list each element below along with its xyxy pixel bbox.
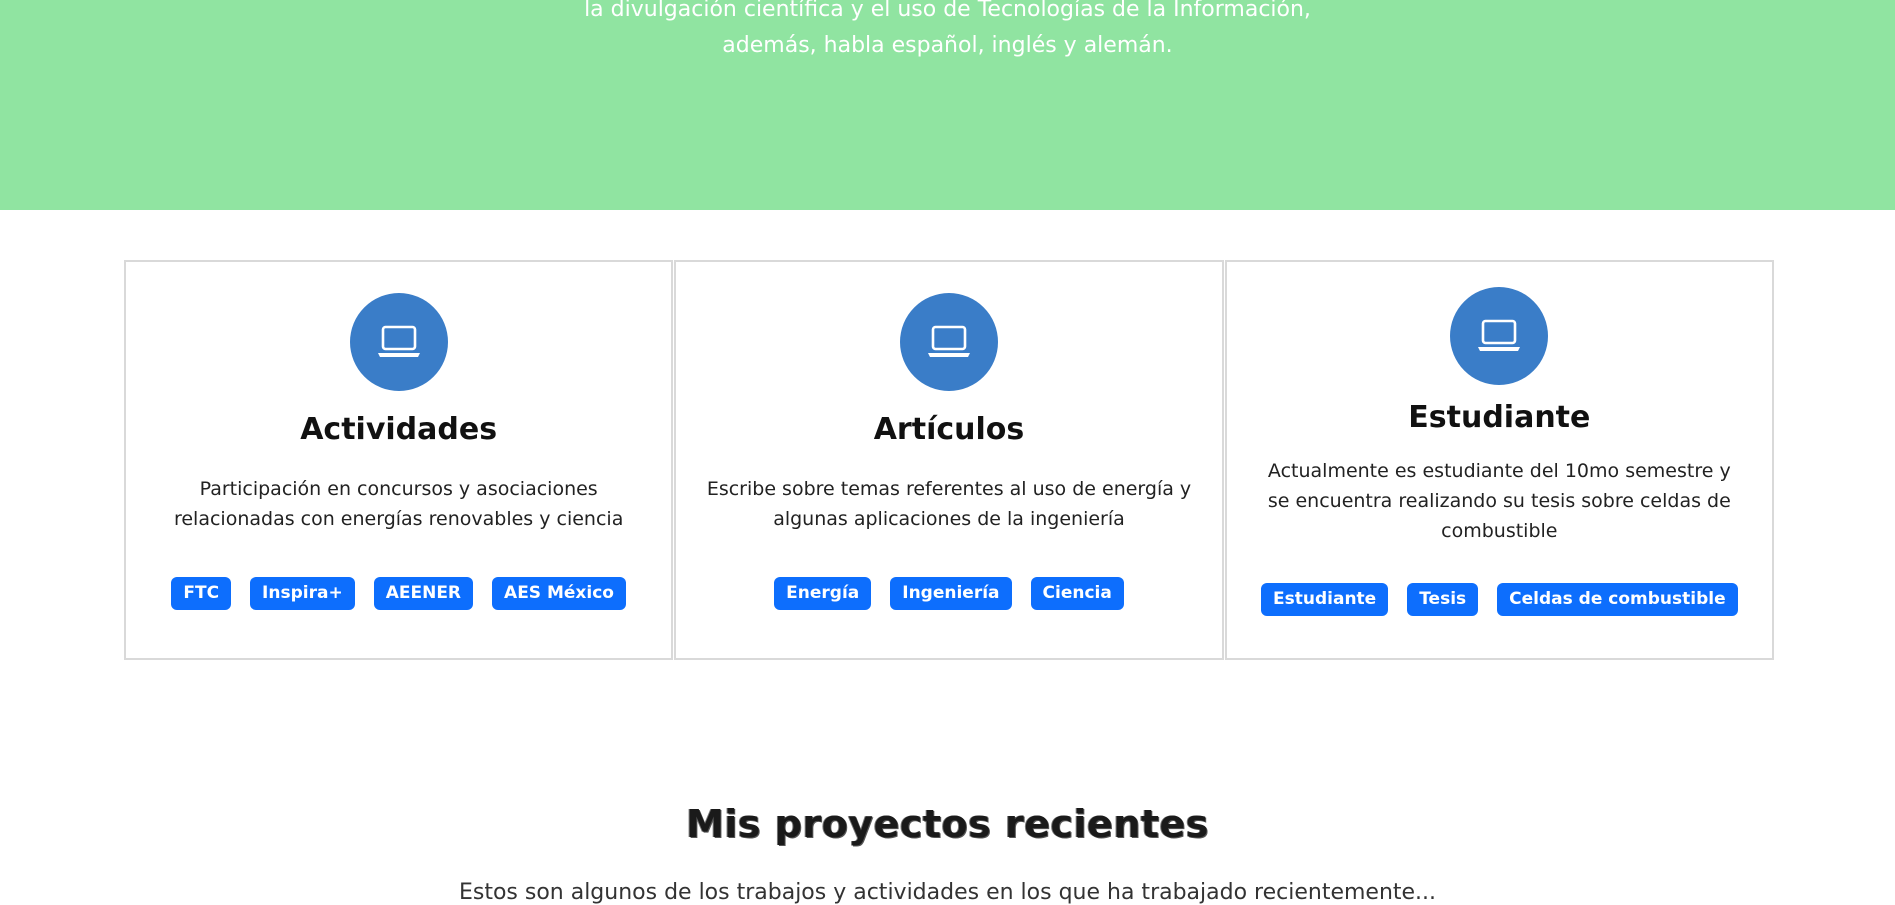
- section-subtitle: Estos son algunos de los trabajos y acti…: [458, 880, 1437, 905]
- tag-badge: Estudiante: [1261, 583, 1389, 616]
- tag-badge: Ciencia: [1030, 577, 1124, 610]
- card-description: Escribe sobre temas referentes al uso de…: [706, 478, 1192, 530]
- tag-badge: FTC: [171, 577, 232, 610]
- feature-cards: Actividades Participación en concursos y…: [124, 260, 1774, 660]
- hero-line-2: además, habla español, inglés y alemán.: [722, 33, 1173, 58]
- card-estudiante: Estudiante Actualmente es estudiante del…: [1224, 260, 1774, 660]
- section-title: Mis proyectos recientes: [686, 802, 1209, 846]
- hero-line-1: la divulgación científica y el uso de Te…: [584, 0, 1311, 22]
- card-actividades: Actividades Participación en concursos y…: [124, 260, 674, 660]
- tag-list: Estudiante Tesis Celdas de combustible: [1227, 583, 1772, 616]
- hero-text: la divulgación científica y el uso de Te…: [0, 0, 1895, 64]
- tag-list: Energía Ingeniería Ciencia: [676, 577, 1221, 610]
- tag-badge: AES México: [492, 577, 626, 610]
- tag-badge: Celdas de combustible: [1497, 583, 1738, 616]
- tag-badge: Tesis: [1407, 583, 1479, 616]
- laptop-icon: [1450, 287, 1549, 385]
- card-articulos: Artículos Escribe sobre temas referentes…: [674, 260, 1224, 660]
- tag-badge: Inspira+: [250, 577, 355, 610]
- laptop-icon: [349, 293, 448, 391]
- tag-badge: Ingeniería: [890, 577, 1012, 610]
- card-description: Participación en concursos y asociacione…: [173, 478, 624, 530]
- tag-list: FTC Inspira+ AEENER AES México: [126, 577, 671, 610]
- tag-badge: Energía: [774, 577, 872, 610]
- card-description: Actualmente es estudiante del 10mo semes…: [1267, 460, 1731, 542]
- hero-banner: la divulgación científica y el uso de Te…: [0, 0, 1895, 210]
- card-title: Estudiante: [1408, 400, 1591, 435]
- laptop-icon: [899, 293, 998, 391]
- tag-badge: AEENER: [373, 577, 474, 610]
- card-title: Actividades: [300, 412, 498, 447]
- card-title: Artículos: [873, 412, 1025, 447]
